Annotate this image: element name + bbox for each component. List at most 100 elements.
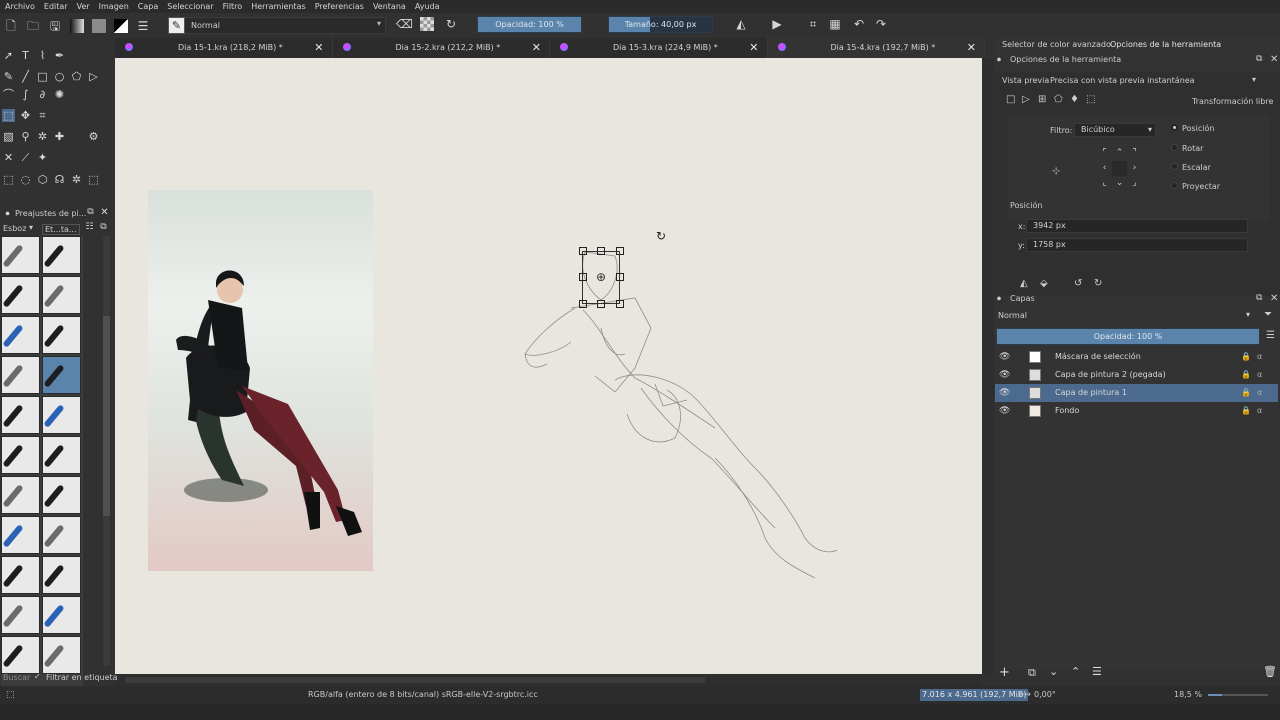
open-file-icon[interactable]: 🗀 <box>26 19 40 33</box>
close-icon[interactable]: ✕ <box>749 38 758 58</box>
tab-document-1[interactable]: Dia 15-1.kra (218,2 MiB) * ✕ <box>115 38 333 58</box>
rotation-icon[interactable]: ⟷ <box>1018 686 1031 704</box>
workspace-icon[interactable]: ▦ <box>828 17 842 31</box>
selection-display-icon[interactable]: ⬚ <box>6 686 15 704</box>
menu-herramientas[interactable]: Herramientas <box>251 2 306 11</box>
preset-tag-label[interactable]: Et...ta... <box>42 224 80 235</box>
add-layer-icon[interactable]: + <box>999 665 1010 680</box>
list-view-icon[interactable]: ☷ <box>83 221 96 234</box>
perspective-transform-icon[interactable]: ▷ <box>1022 94 1030 105</box>
alpha-icon[interactable]: α <box>1257 384 1262 402</box>
brush-preset-tile[interactable] <box>42 396 81 434</box>
liquify-transform-icon[interactable]: ♦ <box>1070 94 1079 105</box>
warp-transform-icon[interactable]: ⊞ <box>1038 94 1046 105</box>
new-file-icon[interactable]: 🗋 <box>4 19 18 33</box>
layer-row[interactable]: 👁 Capa de pintura 2 (pegada) 🔒 α <box>995 366 1278 384</box>
close-icon[interactable]: ✕ <box>1270 293 1278 304</box>
brush-preset-tile[interactable] <box>42 596 81 634</box>
brush-preset-tile[interactable] <box>1 356 40 394</box>
brush-preset-tile[interactable] <box>1 516 40 554</box>
brush-preset-tile[interactable] <box>1 236 40 274</box>
menu-filtro[interactable]: Filtro <box>223 2 243 11</box>
brush-preset-tile[interactable] <box>42 636 81 674</box>
anchor-br-icon[interactable]: ⌟ <box>1127 176 1142 191</box>
brush-preset-tile[interactable] <box>1 476 40 514</box>
menu-imagen[interactable]: Imagen <box>99 2 129 11</box>
flip-horizontal-icon[interactable]: ◭ <box>1020 278 1028 289</box>
brush-preset-tile[interactable] <box>1 316 40 354</box>
rotate-cw-icon[interactable]: ↻ <box>1094 278 1102 289</box>
preset-tag-select[interactable]: Esboz <box>3 224 26 233</box>
save-icon[interactable]: 🖫 <box>48 19 62 33</box>
rectangle-tool-icon[interactable]: □ <box>36 70 49 83</box>
scroll-thumb[interactable] <box>125 677 705 683</box>
opacity-slider[interactable]: Opacidad: 100 % <box>477 16 582 33</box>
anchor-point-icon[interactable]: ⊹ <box>1052 166 1060 177</box>
color-swatch-icon[interactable] <box>114 18 128 33</box>
canvas-horizontal-scrollbar[interactable] <box>115 674 982 686</box>
polyline-tool-icon[interactable]: ▷ <box>87 70 100 83</box>
anchor-tr-icon[interactable]: ⌝ <box>1127 146 1142 161</box>
reference-tool-icon[interactable]: ✦ <box>36 151 49 164</box>
brush-preset-tile[interactable] <box>42 356 81 394</box>
brush-preset-tile[interactable] <box>42 276 81 314</box>
tab-document-3[interactable]: Dia 15-3.kra (224,9 MiB) * ✕ <box>550 38 768 58</box>
polygon-select-icon[interactable]: ⬡ <box>36 173 49 186</box>
tab-document-4[interactable]: Dia 15-4.kra (192,7 MiB) * ✕ <box>767 38 985 58</box>
brush-preset-tile[interactable] <box>42 236 81 274</box>
brush-tool-icon[interactable]: ✎ <box>2 70 15 83</box>
mode-scale-radio[interactable] <box>1171 163 1178 170</box>
float-docker-icon[interactable]: ⧉ <box>1256 54 1262 64</box>
crop-icon[interactable]: ⌗ <box>806 17 820 31</box>
eraser-icon[interactable]: ⌫ <box>396 17 413 31</box>
layer-row[interactable]: 👁 Máscara de selección 🔒 α <box>995 348 1278 366</box>
zoom-label[interactable]: 18,5 % <box>1174 686 1202 704</box>
close-icon[interactable]: ✕ <box>967 38 976 58</box>
mesh-transform-icon[interactable]: ⬚ <box>1086 94 1095 105</box>
y-position-input[interactable]: 1758 px <box>1026 238 1248 252</box>
close-icon[interactable]: ✕ <box>1270 54 1278 65</box>
brush-preset-tile[interactable] <box>1 556 40 594</box>
anchor-bc-icon[interactable]: ⌄ <box>1112 176 1127 191</box>
fill-tool-icon[interactable]: ⚙ <box>87 130 100 143</box>
anchor-tl-icon[interactable]: ⌜ <box>1097 146 1112 161</box>
float-docker-icon[interactable]: ⧉ <box>1256 293 1262 303</box>
visibility-eye-icon[interactable]: 👁 <box>999 348 1010 366</box>
lock-icon[interactable]: 🔒 <box>1241 384 1251 402</box>
ellipse-tool-icon[interactable]: ○ <box>53 70 66 83</box>
flip-vertical-icon[interactable]: ⬙ <box>1040 278 1048 289</box>
menu-seleccionar[interactable]: Seleccionar <box>167 2 213 11</box>
visibility-eye-icon[interactable]: 👁 <box>999 366 1010 384</box>
brush-preset-tile[interactable] <box>42 556 81 594</box>
lock-icon[interactable]: 🔒 <box>1241 366 1251 384</box>
layer-properties-icon[interactable]: ☰ <box>1092 665 1102 678</box>
preset-scrollbar[interactable] <box>103 236 110 666</box>
menu-ventana[interactable]: Ventana <box>373 2 406 11</box>
mirror-horizontal-icon[interactable]: ◭ <box>734 17 748 31</box>
freehand-select-icon[interactable]: ☊ <box>53 173 66 186</box>
free-transform-icon[interactable]: □ <box>1006 94 1015 105</box>
transform-handle-tr[interactable] <box>616 247 624 255</box>
colorize-mask-icon[interactable]: ✲ <box>36 130 49 143</box>
mode-project-radio[interactable] <box>1171 182 1178 189</box>
mirror-vertical-icon[interactable]: ▶ <box>770 17 784 31</box>
transform-tool-icon[interactable]: ⬚ <box>2 109 15 122</box>
select-shapes-icon[interactable]: ➚ <box>2 49 15 62</box>
alpha-icon[interactable]: α <box>1257 402 1262 420</box>
cage-transform-icon[interactable]: ⬠ <box>1054 94 1063 105</box>
lock-icon[interactable]: 🔒 <box>1241 348 1251 366</box>
contiguous-select-icon[interactable]: ✲ <box>70 173 83 186</box>
transform-handle-br[interactable] <box>616 300 624 308</box>
brush-preset-tile[interactable] <box>1 596 40 634</box>
crop-tool-icon[interactable]: ⌗ <box>36 109 49 122</box>
preview-select[interactable]: Precisa con vista previa instantánea <box>1050 76 1195 85</box>
visibility-eye-icon[interactable]: 👁 <box>999 384 1010 402</box>
brush-preset-tile[interactable] <box>1 276 40 314</box>
transform-handle-tc[interactable] <box>597 247 605 255</box>
menu-preferencias[interactable]: Preferencias <box>315 2 364 11</box>
anchor-grid[interactable]: ⌜ ⌃ ⌝ ‹ › ⌞ ⌄ ⌟ <box>1097 146 1143 190</box>
brush-preset-tile[interactable] <box>1 436 40 474</box>
close-icon[interactable]: ✕ <box>314 38 323 58</box>
brush-preset-tile[interactable] <box>1 396 40 434</box>
multibrush-icon[interactable]: ✺ <box>53 88 66 101</box>
